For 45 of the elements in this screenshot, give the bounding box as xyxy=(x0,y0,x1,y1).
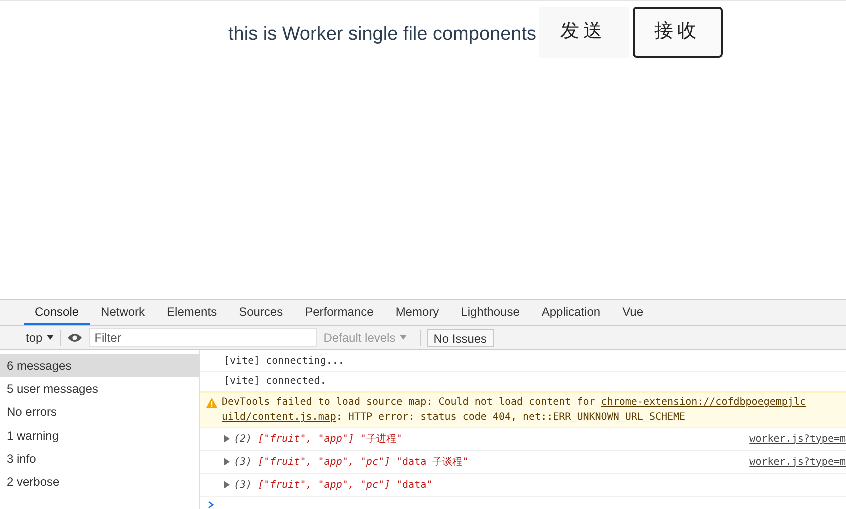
page-heading: this is Worker single file components xyxy=(228,23,536,47)
context-selector[interactable]: top xyxy=(26,328,54,346)
devtools-tab[interactable]: Memory xyxy=(384,300,450,325)
array-length: (3) xyxy=(234,478,252,492)
dropdown-caret-icon xyxy=(400,335,407,340)
array-length: (2) xyxy=(234,432,252,446)
sidebar-item[interactable]: 3 info xyxy=(0,447,199,470)
devtools-tab[interactable]: Elements xyxy=(156,300,228,325)
sidebar-item[interactable]: 5 user messages xyxy=(0,377,199,401)
prompt-chevron-icon[interactable] xyxy=(208,501,214,509)
expand-arrow-icon[interactable] xyxy=(224,458,230,466)
dropdown-caret-icon xyxy=(46,335,54,340)
devtools-tab[interactable]: Sources xyxy=(228,300,294,325)
devtools-tab[interactable]: Vue xyxy=(612,300,654,325)
warning-text: DevTools failed to load source map: Could not load content for xyxy=(222,397,596,408)
source-map-link[interactable]: chrome-extension://cofdbpoegempjlc xyxy=(601,397,806,408)
warning-icon xyxy=(206,397,218,409)
console-array: ["fruit", "app"] xyxy=(258,432,354,446)
eye-icon[interactable] xyxy=(66,332,83,342)
issues-button[interactable]: No Issues xyxy=(426,328,494,346)
action-button[interactable]: 接收 xyxy=(632,7,722,58)
filter-field[interactable]: Filter xyxy=(88,328,317,347)
action-button[interactable]: 发送 xyxy=(538,7,628,58)
console-array: ["fruit", "app", "pc"] xyxy=(258,478,391,492)
source-map-link[interactable]: uild/content.js.map xyxy=(222,412,336,423)
console-string: "data 子谈程" xyxy=(396,456,469,470)
devtools-tab[interactable]: Performance xyxy=(294,300,385,325)
warning-text: : HTTP error: status code 404, net::ERR_UNKNOWN_URL_SCHEME xyxy=(336,412,686,423)
devtools-tab[interactable]: Network xyxy=(90,300,156,325)
array-length: (3) xyxy=(234,456,252,470)
sidebar-item[interactable]: 1 warning xyxy=(0,424,199,448)
console-string: "子进程" xyxy=(360,432,402,446)
devtools-tab[interactable]: Lighthouse xyxy=(450,300,531,325)
console-string: "data" xyxy=(396,478,433,492)
devtools-tab[interactable]: Application xyxy=(530,300,612,325)
sidebar-item[interactable]: No errors xyxy=(0,400,199,424)
expand-arrow-icon[interactable] xyxy=(224,435,230,443)
console-message: [vite] connected. xyxy=(224,375,326,389)
sidebar-item[interactable]: 2 verbose xyxy=(0,470,199,494)
source-link[interactable]: worker.js?type=m xyxy=(750,432,846,446)
console-array: ["fruit", "app", "pc"] xyxy=(258,456,391,470)
expand-arrow-icon[interactable] xyxy=(224,481,230,489)
source-link[interactable]: worker.js?type=m xyxy=(750,454,846,470)
sidebar-item[interactable]: 6 messages xyxy=(0,354,199,378)
console-message: [vite] connecting... xyxy=(224,355,344,369)
